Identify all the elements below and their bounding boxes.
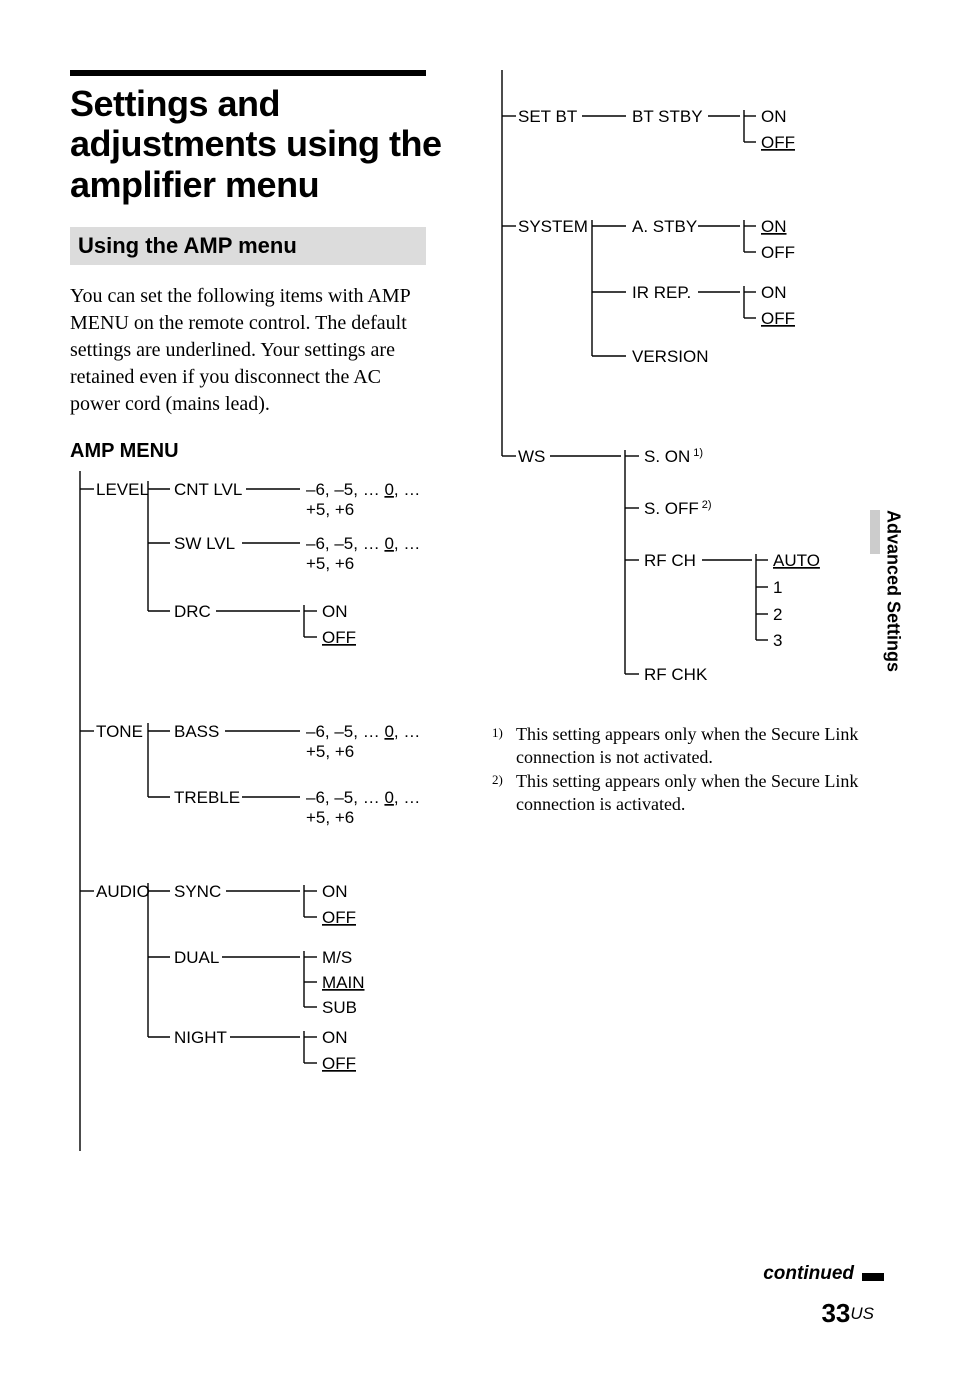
item-sync: SYNC: [174, 882, 221, 901]
left-column: Settings and adjustments using the ampli…: [70, 70, 462, 1156]
svg-text:+5, +6: +5, +6: [306, 742, 354, 761]
svg-text:+5, +6: +5, +6: [306, 808, 354, 827]
right-column: SET BT BT STBY ON OFF SYSTEM A. STBY ON …: [492, 70, 884, 1156]
svg-text:–6, –5, … 0, …: –6, –5, … 0, …: [306, 788, 420, 807]
footnote-1-num: 1): [492, 723, 516, 770]
item-dual: DUAL: [174, 948, 219, 967]
item-s-off: S. OFF2): [644, 499, 712, 518]
svg-text:SUB: SUB: [322, 998, 357, 1017]
item-bt-stby: BT STBY: [632, 107, 703, 126]
item-ir-rep: IR REP.: [632, 283, 691, 302]
continued-label: continued: [763, 1263, 854, 1285]
svg-text:ON: ON: [761, 107, 787, 126]
svg-text:OFF: OFF: [322, 908, 356, 927]
item-rf-chk: RF CHK: [644, 665, 708, 684]
footnotes: 1) This setting appears only when the Se…: [492, 723, 884, 817]
svg-text:ON: ON: [322, 1028, 348, 1047]
svg-text:OFF: OFF: [761, 243, 795, 262]
svg-text:ON: ON: [322, 602, 348, 621]
item-sw-lvl: SW LVL: [174, 534, 235, 553]
svg-text:ON: ON: [322, 882, 348, 901]
group-tone: TONE: [96, 722, 143, 741]
footnote-2-text: This setting appears only when the Secur…: [516, 770, 884, 817]
page-number-value: 33: [821, 1298, 850, 1328]
item-version: VERSION: [632, 347, 709, 366]
svg-text:M/S: M/S: [322, 948, 352, 967]
svg-text:2: 2: [773, 605, 782, 624]
item-s-on: S. ON1): [644, 447, 703, 466]
svg-text:OFF: OFF: [322, 1054, 356, 1073]
svg-text:OFF: OFF: [322, 628, 356, 647]
side-tab-label: Advanced Settings: [883, 510, 904, 672]
side-tab-marker: [870, 510, 880, 554]
item-bass: BASS: [174, 722, 219, 741]
menu-heading: AMP MENU: [70, 440, 462, 463]
item-drc: DRC: [174, 602, 211, 621]
footnote-1-text: This setting appears only when the Secur…: [516, 723, 884, 770]
item-a-stby: A. STBY: [632, 217, 697, 236]
svg-text:MAIN: MAIN: [322, 973, 365, 992]
svg-text:1: 1: [773, 578, 782, 597]
svg-text:AUTO: AUTO: [773, 551, 820, 570]
item-treble: TREBLE: [174, 788, 240, 807]
menu-tree-left: LEVEL CNT LVL –6, –5, … 0, … +5, +6 SW L…: [70, 471, 450, 1151]
item-night: NIGHT: [174, 1028, 227, 1047]
group-ws: WS: [518, 447, 545, 466]
svg-text:ON: ON: [761, 283, 787, 302]
title-rule: [70, 70, 426, 76]
menu-tree-right: SET BT BT STBY ON OFF SYSTEM A. STBY ON …: [492, 70, 872, 710]
page-number: 33US: [821, 1298, 874, 1329]
svg-text:OFF: OFF: [761, 309, 795, 328]
svg-text:ON: ON: [761, 217, 787, 236]
svg-text:3: 3: [773, 631, 782, 650]
svg-text:–6, –5, … 0, …: –6, –5, … 0, …: [306, 534, 420, 553]
footnote-2-num: 2): [492, 770, 516, 817]
group-system: SYSTEM: [518, 217, 588, 236]
svg-text:–6, –5, … 0, …: –6, –5, … 0, …: [306, 480, 420, 499]
side-tab: Advanced Settings: [880, 510, 906, 730]
page-suffix: US: [850, 1304, 874, 1323]
svg-text:+5, +6: +5, +6: [306, 554, 354, 573]
item-cnt-lvl: CNT LVL: [174, 480, 242, 499]
page-title: Settings and adjustments using the ampli…: [70, 84, 462, 205]
svg-text:–6, –5, … 0, …: –6, –5, … 0, …: [306, 722, 420, 741]
continued-bar: [862, 1273, 884, 1281]
svg-text:+5, +6: +5, +6: [306, 500, 354, 519]
subheading: Using the AMP menu: [70, 227, 426, 265]
intro-text: You can set the following items with AMP…: [70, 283, 426, 418]
svg-text:OFF: OFF: [761, 133, 795, 152]
group-audio: AUDIO: [96, 882, 150, 901]
group-set-bt: SET BT: [518, 107, 577, 126]
item-rf-ch: RF CH: [644, 551, 696, 570]
group-level: LEVEL: [96, 480, 149, 499]
